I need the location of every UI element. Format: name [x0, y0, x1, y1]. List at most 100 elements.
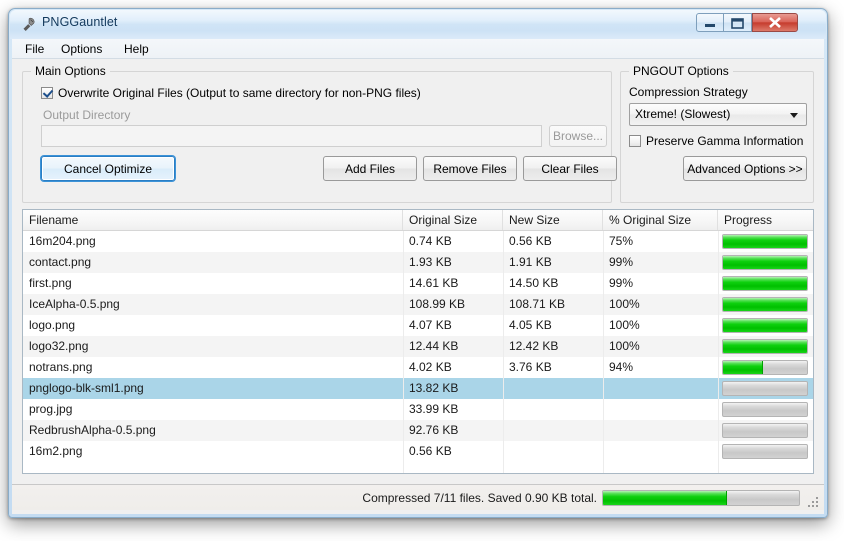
row-progress-bar — [722, 381, 808, 396]
status-bar: Compressed 7/11 files. Saved 0.90 KB tot… — [12, 484, 824, 510]
maximize-icon[interactable] — [724, 13, 752, 32]
compression-strategy-select[interactable]: Xtreme! (Slowest) — [629, 103, 807, 126]
cell-new-size: 108.71 KB — [509, 297, 566, 311]
column-header-new-size[interactable]: New Size — [503, 210, 603, 230]
title-bar[interactable]: PNGGauntlet — [10, 10, 826, 39]
column-header-progress[interactable]: Progress — [718, 210, 813, 230]
add-files-button[interactable]: Add Files — [323, 156, 417, 181]
progress-fill — [723, 298, 807, 311]
cell-new-size — [503, 378, 603, 399]
window-title: PNGGauntlet — [42, 15, 118, 29]
progress-fill — [723, 319, 807, 332]
cell-progress — [718, 231, 813, 252]
cell-new-size — [503, 420, 603, 441]
cell-percent — [603, 378, 718, 399]
cell-new-size: 0.56 KB — [509, 234, 552, 248]
table-row[interactable]: IceAlpha-0.5.png 108.99 KB 108.71 KB 100% — [23, 294, 813, 315]
cell-filename: notrans.png — [29, 360, 93, 374]
preserve-gamma-checkbox[interactable]: Preserve Gamma Information — [629, 134, 803, 148]
cell-percent — [603, 399, 718, 420]
table-row[interactable]: logo.png 4.07 KB 4.05 KB 100% — [23, 315, 813, 336]
cell-filename: RedbrushAlpha-0.5.png — [29, 423, 156, 437]
gauntlet-icon — [20, 16, 37, 33]
browse-button[interactable]: Browse... — [549, 125, 607, 147]
cell-filename: 16m204.png — [29, 234, 96, 248]
cell-percent: 100% — [609, 339, 640, 353]
table-row[interactable]: pnglogo-blk-sml1.png 13.82 KB — [23, 378, 813, 399]
preserve-gamma-label: Preserve Gamma Information — [646, 134, 804, 148]
menu-bar: File Options Help — [12, 39, 824, 59]
cell-original-size: 0.56 KB — [409, 444, 452, 458]
cell-filename: pnglogo-blk-sml1.png — [29, 381, 144, 395]
progress-fill — [723, 256, 807, 269]
row-progress-bar — [722, 444, 808, 459]
compression-strategy-value: Xtreme! (Slowest) — [635, 107, 731, 121]
table-row[interactable]: contact.png 1.93 KB 1.91 KB 99% — [23, 252, 813, 273]
cell-progress — [718, 252, 813, 273]
cell-percent: 100% — [609, 318, 640, 332]
column-separator — [603, 231, 604, 473]
cell-progress — [718, 420, 813, 441]
cell-original-size: 0.74 KB — [409, 234, 452, 248]
table-row[interactable]: notrans.png 4.02 KB 3.76 KB 94% — [23, 357, 813, 378]
checkbox-box — [41, 87, 53, 99]
overwrite-original-files-checkbox[interactable]: Overwrite Original Files (Output to same… — [41, 86, 421, 100]
cell-original-size: 13.82 KB — [409, 381, 459, 395]
close-icon[interactable] — [752, 13, 798, 32]
cell-progress — [718, 399, 813, 420]
cell-new-size: 3.76 KB — [509, 360, 552, 374]
column-header-original-size[interactable]: Original Size — [403, 210, 503, 230]
chevron-down-icon — [790, 113, 798, 118]
table-row[interactable]: 16m2.png 0.56 KB — [23, 441, 813, 462]
table-row[interactable]: first.png 14.61 KB 14.50 KB 99% — [23, 273, 813, 294]
window-inner: PNGGauntlet File Options Help Main Optio… — [10, 10, 826, 516]
cell-progress — [718, 315, 813, 336]
table-row[interactable]: 16m204.png 0.74 KB 0.56 KB 75% — [23, 231, 813, 252]
client-area: Main Options Overwrite Original Files (O… — [12, 59, 824, 514]
cell-original-size: 108.99 KB — [409, 297, 466, 311]
compression-strategy-label: Compression Strategy — [629, 85, 748, 99]
cell-progress — [718, 336, 813, 357]
column-separator — [718, 231, 719, 473]
minimize-icon[interactable] — [696, 13, 724, 32]
checkbox-box — [629, 135, 641, 147]
progress-fill — [723, 277, 807, 290]
table-body: 16m204.png 0.74 KB 0.56 KB 75% contact.png 1.… — [23, 231, 813, 473]
cell-percent: 94% — [609, 360, 634, 374]
cell-percent: 99% — [609, 255, 634, 269]
column-header-percent-original-size[interactable]: % Original Size — [603, 210, 718, 230]
menu-item-help[interactable]: Help — [117, 41, 156, 57]
cell-filename: logo32.png — [29, 339, 89, 353]
cell-percent — [603, 420, 718, 441]
cell-original-size: 14.61 KB — [409, 276, 459, 290]
cell-progress — [718, 441, 813, 462]
table-row[interactable]: prog.jpg 33.99 KB — [23, 399, 813, 420]
row-progress-bar — [722, 255, 808, 270]
cell-original-size: 4.07 KB — [409, 318, 452, 332]
row-progress-bar — [722, 402, 808, 417]
table-row[interactable]: RedbrushAlpha-0.5.png 92.76 KB — [23, 420, 813, 441]
output-directory-input[interactable] — [41, 125, 542, 147]
cell-new-size: 1.91 KB — [509, 255, 552, 269]
cell-percent — [603, 441, 718, 462]
cell-progress — [718, 294, 813, 315]
menu-item-file[interactable]: File — [18, 41, 51, 57]
cell-filename: 16m2.png — [29, 444, 83, 458]
cell-new-size: 4.05 KB — [509, 318, 552, 332]
table-row[interactable]: logo32.png 12.44 KB 12.42 KB 100% — [23, 336, 813, 357]
advanced-options-button[interactable]: Advanced Options >> — [683, 156, 807, 181]
clear-files-button[interactable]: Clear Files — [523, 156, 617, 181]
menu-item-options[interactable]: Options — [54, 41, 109, 57]
cancel-optimize-button[interactable]: Cancel Optimize — [41, 156, 175, 181]
remove-files-button[interactable]: Remove Files — [423, 156, 517, 181]
cell-filename: first.png — [29, 276, 72, 290]
cell-progress — [718, 357, 813, 378]
column-header-filename[interactable]: Filename — [23, 210, 403, 230]
row-progress-bar — [722, 318, 808, 333]
file-table[interactable]: Filename Original Size New Size % Origin… — [22, 209, 814, 474]
progress-fill — [723, 361, 764, 374]
resize-grip-icon[interactable] — [808, 495, 820, 507]
table-header-row: Filename Original Size New Size % Origin… — [23, 210, 813, 231]
cell-original-size: 12.44 KB — [409, 339, 459, 353]
cell-new-size — [503, 399, 603, 420]
